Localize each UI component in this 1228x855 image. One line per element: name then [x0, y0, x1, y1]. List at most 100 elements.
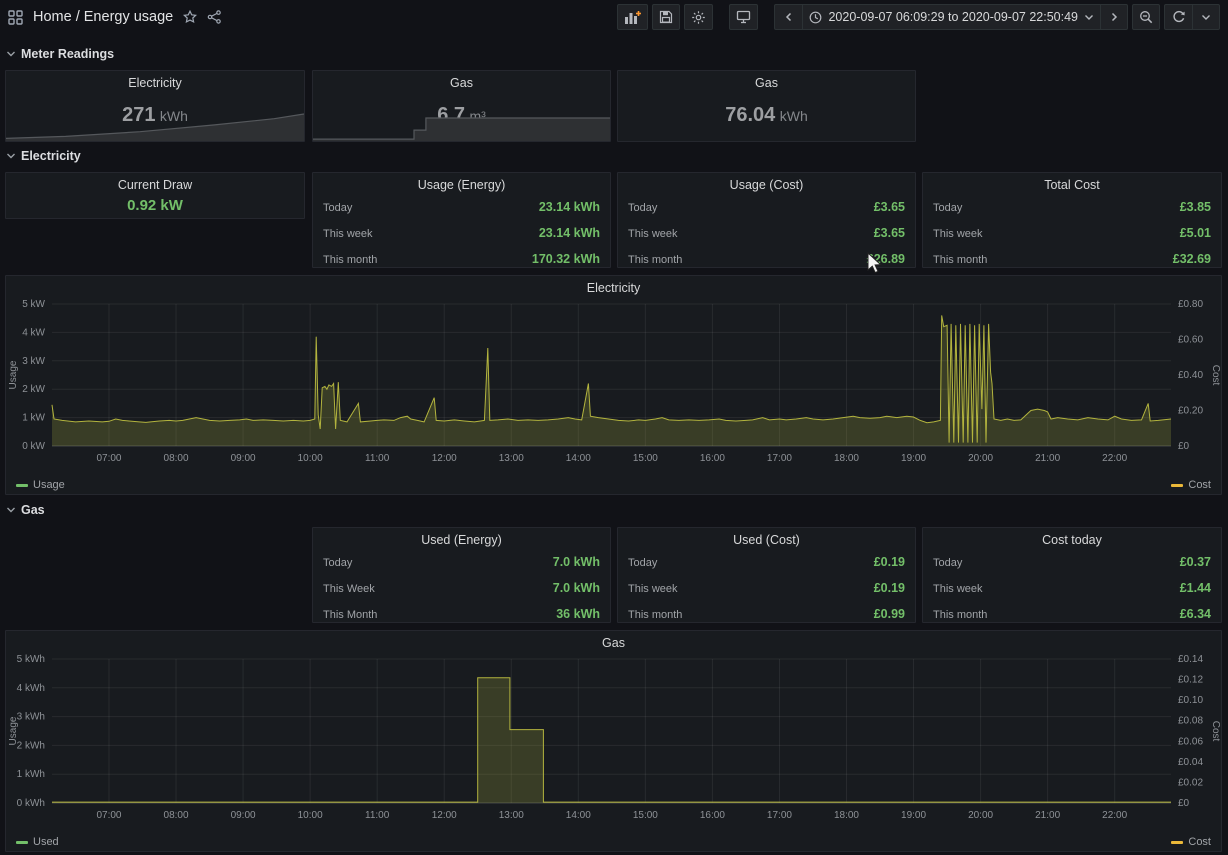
stat-label: This Month: [323, 609, 377, 621]
stat-label: Today: [628, 202, 657, 214]
svg-text:07:00: 07:00: [96, 810, 121, 821]
stat-row: This week£1.44: [933, 581, 1211, 595]
row-header-electricity[interactable]: Electricity: [6, 149, 81, 163]
stat-label: This month: [323, 254, 377, 266]
legend-label: Usage: [33, 479, 65, 491]
stat-label: This month: [628, 254, 682, 266]
svg-text:17:00: 17:00: [767, 810, 792, 821]
svg-text:21:00: 21:00: [1035, 810, 1060, 821]
panel-title[interactable]: Cost today: [923, 528, 1221, 548]
panel-title[interactable]: Current Draw: [6, 173, 304, 193]
cycle-view-button[interactable]: [729, 4, 758, 30]
svg-text:Cost: Cost: [1210, 721, 1221, 742]
stat-value: £3.85: [1180, 200, 1211, 214]
svg-text:5 kWh: 5 kWh: [17, 654, 45, 665]
svg-text:15:00: 15:00: [633, 810, 658, 821]
current-draw-value: 0.92 kW: [6, 197, 304, 214]
time-range-forward-button[interactable]: [1100, 4, 1128, 30]
stat-label: This month: [933, 609, 987, 621]
legend-swatch: [16, 841, 28, 844]
stat-label: This month: [628, 609, 682, 621]
row-header-gas[interactable]: Gas: [6, 503, 45, 517]
share-icon[interactable]: [207, 10, 222, 24]
svg-text:£0.04: £0.04: [1178, 757, 1203, 768]
dashboard-grid-icon[interactable]: [8, 10, 23, 25]
panel-gas-chart: Gas 0 kWh1 kWh2 kWh3 kWh4 kWh5 kWh07:000…: [5, 630, 1222, 852]
time-range-back-button[interactable]: [774, 4, 802, 30]
row-title: Gas: [21, 503, 45, 517]
panel-title[interactable]: Gas: [313, 71, 610, 91]
panel-title[interactable]: Electricity: [6, 276, 1221, 296]
svg-text:1 kW: 1 kW: [22, 413, 45, 424]
stat-label: This week: [323, 228, 373, 240]
gas-chart[interactable]: 0 kWh1 kWh2 kWh3 kWh4 kWh5 kWh07:0008:00…: [6, 651, 1221, 825]
stat-label: Today: [323, 202, 352, 214]
panel-current-draw: Current Draw 0.92 kW: [5, 172, 305, 219]
stat-row: Today23.14 kWh: [323, 200, 600, 214]
svg-text:16:00: 16:00: [700, 453, 725, 464]
breadcrumb[interactable]: Home / Energy usage: [33, 9, 173, 25]
save-dashboard-button[interactable]: [652, 4, 680, 30]
panel-title[interactable]: Total Cost: [923, 173, 1221, 193]
svg-text:19:00: 19:00: [901, 453, 926, 464]
legend-item-cost[interactable]: Cost: [1171, 479, 1211, 491]
stat-row: Today£0.19: [628, 555, 905, 569]
meter-unit: kWh: [780, 108, 808, 124]
legend-item-cost[interactable]: Cost: [1171, 836, 1211, 848]
stat-row: This month£32.69: [933, 252, 1211, 266]
svg-text:Usage: Usage: [8, 716, 19, 745]
panel-title[interactable]: Usage (Cost): [618, 173, 915, 193]
svg-text:£0.14: £0.14: [1178, 654, 1203, 665]
legend-item-used[interactable]: Used: [16, 836, 59, 848]
chevron-down-icon: [6, 152, 16, 160]
svg-text:3 kWh: 3 kWh: [17, 712, 45, 723]
row-header-meter-readings[interactable]: Meter Readings: [6, 47, 114, 61]
svg-text:22:00: 22:00: [1102, 810, 1127, 821]
svg-text:16:00: 16:00: [700, 810, 725, 821]
panel-title[interactable]: Used (Cost): [618, 528, 915, 548]
legend-label: Used: [33, 836, 59, 848]
add-panel-button[interactable]: [617, 4, 648, 30]
stat-label: Today: [628, 557, 657, 569]
panel-title[interactable]: Usage (Energy): [313, 173, 610, 193]
stat-label: This week: [933, 228, 983, 240]
svg-text:18:00: 18:00: [834, 810, 859, 821]
stat-value: £0.19: [874, 581, 905, 595]
svg-text:10:00: 10:00: [298, 453, 323, 464]
stat-value: £6.34: [1180, 607, 1211, 621]
stat-value: £32.69: [1173, 252, 1211, 266]
svg-text:21:00: 21:00: [1035, 453, 1060, 464]
sparkline: [313, 117, 610, 141]
panel-usage-energy: Usage (Energy) Today23.14 kWh This week2…: [312, 172, 611, 268]
panel-electricity-chart: Electricity 0 kW1 kW2 kW3 kW4 kW5 kW07:0…: [5, 275, 1222, 495]
meter-number: 76.04: [725, 104, 775, 126]
stat-value: £1.44: [1180, 581, 1211, 595]
zoom-out-time-button[interactable]: [1132, 4, 1160, 30]
panel-title[interactable]: Gas: [618, 71, 915, 91]
legend-swatch: [1171, 841, 1183, 844]
svg-text:£0.10: £0.10: [1178, 695, 1203, 706]
svg-text:3 kW: 3 kW: [22, 356, 45, 367]
stat-label: Today: [323, 557, 352, 569]
stat-row: This week£3.65: [628, 226, 905, 240]
panel-meter-gas-kwh: Gas 76.04 kWh: [617, 70, 916, 142]
stat-label: Today: [933, 202, 962, 214]
stat-row: This Week7.0 kWh: [323, 581, 600, 595]
refresh-button[interactable]: [1164, 4, 1192, 30]
svg-text:2 kWh: 2 kWh: [17, 740, 45, 751]
svg-text:17:00: 17:00: [767, 453, 792, 464]
legend-item-usage[interactable]: Usage: [16, 479, 65, 491]
star-icon[interactable]: [183, 10, 197, 24]
time-range-picker[interactable]: 2020-09-07 06:09:29 to 2020-09-07 22:50:…: [802, 4, 1100, 30]
panel-title[interactable]: Used (Energy): [313, 528, 610, 548]
electricity-chart[interactable]: 0 kW1 kW2 kW3 kW4 kW5 kW07:0008:0009:001…: [6, 296, 1221, 468]
stat-value: 7.0 kWh: [553, 555, 600, 569]
svg-text:£0.40: £0.40: [1178, 370, 1203, 381]
svg-text:£0.08: £0.08: [1178, 716, 1203, 727]
dashboard-settings-button[interactable]: [684, 4, 713, 30]
panel-title[interactable]: Electricity: [6, 71, 304, 91]
panel-title[interactable]: Gas: [6, 631, 1221, 651]
refresh-interval-dropdown[interactable]: [1192, 4, 1220, 30]
svg-text:11:00: 11:00: [365, 810, 390, 821]
stat-row: This month£26.89: [628, 252, 905, 266]
